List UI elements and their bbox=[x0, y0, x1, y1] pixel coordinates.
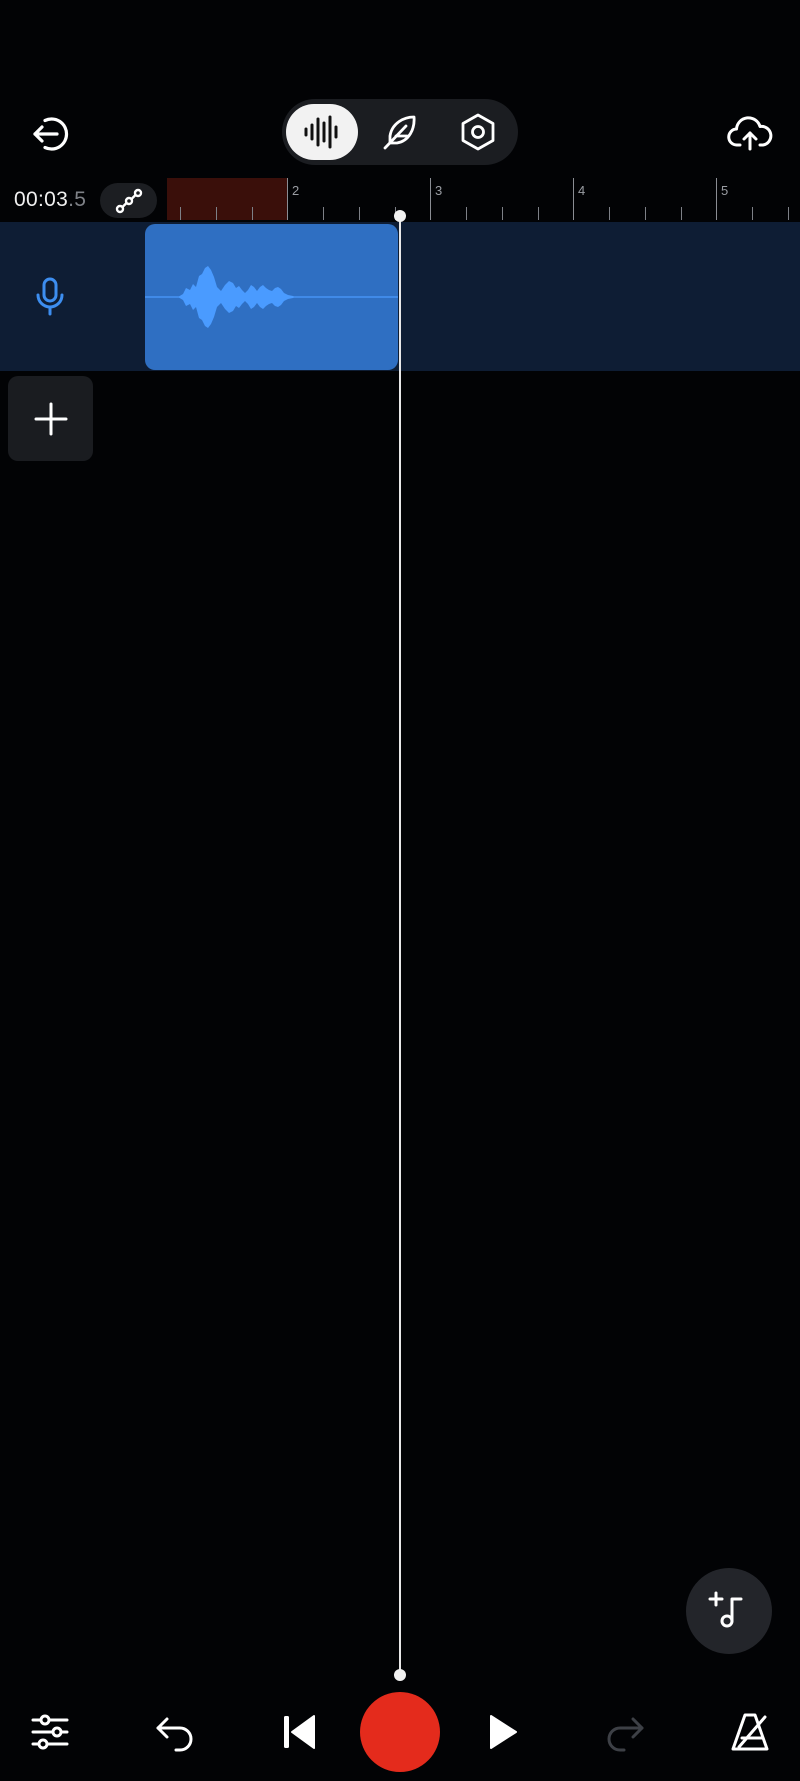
ruler-label-5: 5 bbox=[721, 183, 729, 198]
time-main: 00:03 bbox=[14, 188, 69, 211]
playhead-top-handle[interactable] bbox=[394, 210, 406, 222]
play-icon bbox=[490, 1715, 517, 1749]
undo-button[interactable] bbox=[143, 1700, 207, 1764]
feather-icon bbox=[383, 115, 416, 150]
automation-curve-icon bbox=[115, 188, 142, 213]
ruler-tick bbox=[752, 207, 753, 220]
timeline-ruler[interactable]: 2 3 4 5 bbox=[167, 178, 800, 220]
mode-waveform-button[interactable] bbox=[286, 104, 358, 160]
undo-icon bbox=[156, 1717, 193, 1752]
add-instrument-button[interactable] bbox=[686, 1568, 772, 1654]
ruler-tick bbox=[466, 207, 467, 220]
ruler-tick bbox=[323, 207, 324, 220]
play-button[interactable] bbox=[470, 1700, 534, 1764]
ruler-label-3: 3 bbox=[435, 183, 443, 198]
add-music-note-icon bbox=[708, 1591, 743, 1628]
plus-icon bbox=[34, 402, 67, 435]
ruler-tick bbox=[502, 207, 503, 220]
exit-arrow-icon bbox=[33, 117, 69, 151]
audio-clip[interactable] bbox=[145, 224, 398, 370]
cloud-upload-button[interactable] bbox=[722, 108, 778, 160]
add-track-button[interactable] bbox=[8, 376, 93, 461]
record-button[interactable] bbox=[360, 1692, 440, 1772]
ruler-label-2: 2 bbox=[292, 183, 300, 198]
ruler-tick-major bbox=[287, 178, 288, 220]
clip-waveform bbox=[145, 266, 398, 328]
microphone-icon bbox=[36, 277, 64, 316]
mixer-sliders-icon bbox=[31, 1714, 69, 1750]
skip-to-start-icon bbox=[284, 1715, 315, 1749]
ruler-label-4: 4 bbox=[578, 183, 586, 198]
ruler-tick-major bbox=[573, 178, 574, 220]
redo-button[interactable] bbox=[593, 1700, 657, 1764]
mode-settings-button[interactable] bbox=[442, 104, 514, 160]
cloud-upload-icon bbox=[727, 116, 773, 151]
track-voice-button[interactable] bbox=[22, 266, 78, 328]
ruler-tick bbox=[538, 207, 539, 220]
mixer-button[interactable] bbox=[18, 1700, 82, 1764]
exit-button[interactable] bbox=[22, 108, 78, 160]
skip-to-start-button[interactable] bbox=[268, 1700, 332, 1764]
ruler-tick bbox=[645, 207, 646, 220]
metronome-button[interactable] bbox=[718, 1700, 782, 1764]
ruler-tick bbox=[788, 207, 789, 220]
ruler-tick bbox=[180, 207, 181, 220]
mode-switch bbox=[282, 99, 518, 165]
playhead-bottom-handle[interactable] bbox=[394, 1669, 406, 1681]
redo-icon bbox=[607, 1717, 644, 1752]
waveform-icon bbox=[304, 115, 338, 149]
mode-feather-button[interactable] bbox=[364, 104, 436, 160]
automation-button[interactable] bbox=[100, 183, 157, 218]
ruler-tick bbox=[359, 207, 360, 220]
ruler-tick bbox=[216, 207, 217, 220]
playhead[interactable] bbox=[399, 216, 401, 1676]
loop-region[interactable] bbox=[167, 178, 288, 220]
metronome-icon bbox=[731, 1713, 769, 1751]
ruler-tick-major bbox=[716, 178, 717, 220]
hexagon-settings-icon bbox=[461, 113, 495, 151]
time-display: 00:03.5 bbox=[14, 188, 86, 212]
time-fraction: .5 bbox=[68, 188, 87, 211]
ruler-tick bbox=[252, 207, 253, 220]
ruler-tick bbox=[609, 207, 610, 220]
ruler-tick-major bbox=[430, 178, 431, 220]
ruler-tick bbox=[681, 207, 682, 220]
